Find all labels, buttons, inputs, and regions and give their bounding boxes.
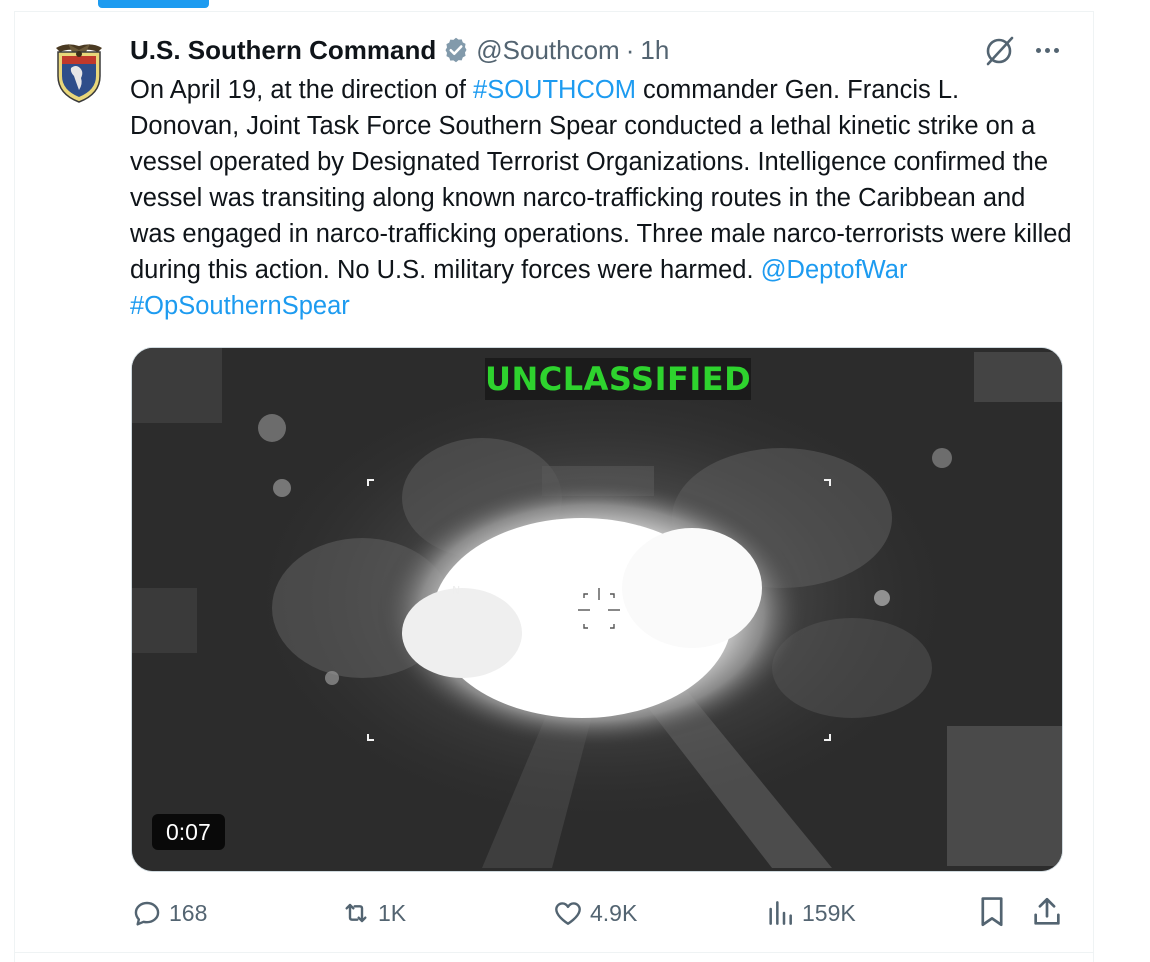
like-icon bbox=[555, 902, 581, 925]
verified-badge-icon bbox=[445, 37, 467, 63]
share-icon[interactable] bbox=[1030, 893, 1064, 931]
views-icon bbox=[769, 901, 792, 925]
grok-icon[interactable] bbox=[982, 34, 1016, 68]
views-button[interactable]: 159K bbox=[764, 893, 856, 933]
like-count: 4.9K bbox=[590, 899, 638, 926]
bookmark-icon[interactable] bbox=[975, 893, 1009, 931]
video-duration: 0:07 bbox=[152, 814, 225, 850]
more-icon-dot bbox=[1044, 47, 1050, 53]
tweet-text: On April 19, at the direction of #SOUTHC… bbox=[130, 72, 1075, 324]
classification-banner: UNCLASSIFIED bbox=[485, 358, 752, 400]
author-handle[interactable]: @Southcom bbox=[476, 35, 619, 66]
more-icon-dot bbox=[1053, 47, 1059, 53]
reply-button[interactable]: 168 bbox=[131, 893, 207, 933]
author-name[interactable]: U.S. Southern Command bbox=[130, 35, 436, 66]
hashtag-link[interactable]: #OpSouthernSpear bbox=[130, 292, 350, 320]
reply-icon bbox=[134, 901, 160, 926]
repost-count: 1K bbox=[378, 899, 407, 926]
north-marker: N bbox=[452, 584, 461, 597]
divider bbox=[14, 952, 1094, 953]
active-tab-indicator bbox=[98, 0, 209, 8]
tweet-text-part: commander Gen. Francis L. Donovan, Joint… bbox=[130, 76, 1072, 284]
southcom-emblem-icon bbox=[56, 44, 102, 103]
video-player[interactable] bbox=[131, 347, 1063, 872]
repost-button[interactable]: 1K bbox=[340, 893, 406, 933]
divider bbox=[14, 11, 1093, 12]
mention-link[interactable]: @DeptofWar bbox=[761, 256, 908, 284]
divider bbox=[14, 11, 15, 962]
views-count: 159K bbox=[802, 899, 856, 926]
timestamp[interactable]: 1h bbox=[640, 35, 669, 66]
more-icon bbox=[1035, 47, 1041, 53]
tweet-text-part: On April 19, at the direction of bbox=[130, 76, 474, 104]
hashtag-link[interactable]: #SOUTHCOM bbox=[473, 76, 636, 104]
avatar[interactable] bbox=[54, 42, 104, 104]
more-button[interactable] bbox=[1030, 36, 1064, 64]
divider bbox=[1093, 11, 1094, 962]
reply-count: 168 bbox=[169, 899, 208, 926]
separator-dot: · bbox=[625, 34, 635, 65]
repost-icon bbox=[345, 903, 367, 923]
video-frame bbox=[132, 348, 1062, 871]
like-button[interactable]: 4.9K bbox=[552, 893, 637, 933]
